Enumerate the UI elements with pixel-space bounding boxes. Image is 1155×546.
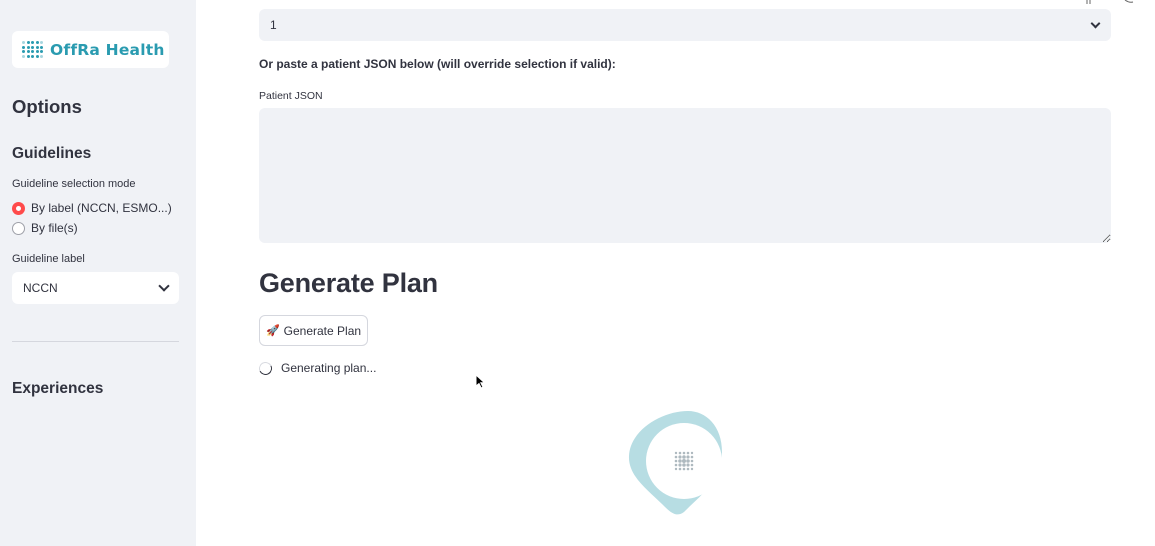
generate-plan-title: Generate Plan (259, 268, 438, 298)
sidebar: OffRa Health Options Guidelines Guidelin… (0, 0, 196, 546)
spinner-icon (257, 359, 274, 377)
dots-grid-logo-icon (22, 41, 43, 58)
patient-select[interactable]: 1 (259, 9, 1111, 41)
radio-by-label-text: By label (NCCN, ESMO...) (31, 201, 172, 215)
paste-json-instruction: Or paste a patient JSON below (will over… (259, 57, 616, 71)
guidelines-title: Guidelines (12, 145, 92, 162)
loading-logo-animation (628, 411, 722, 515)
generate-plan-button-label: Generate Plan (283, 323, 362, 338)
radio-by-files-text: By file(s) (31, 221, 78, 235)
status-text: Generating plan... (281, 361, 377, 375)
chevron-down-icon (1090, 18, 1101, 28)
status-row: Generating plan... (257, 359, 377, 377)
experiences-title: Experiences (12, 380, 104, 397)
partial-toolbar-icon (1086, 0, 1134, 4)
selection-mode-label: Guideline selection mode (12, 178, 136, 190)
logo-text: OffRa Health (50, 40, 165, 59)
radio-selected-indicator[interactable] (12, 201, 25, 215)
radio-unselected-indicator[interactable] (12, 221, 25, 235)
patient-json-textarea[interactable] (259, 108, 1111, 243)
guideline-label-label: Guideline label (12, 253, 85, 265)
guideline-label-value: NCCN (23, 281, 58, 295)
chevron-down-icon (158, 280, 170, 292)
logo: OffRa Health (12, 31, 169, 68)
options-title: Options (12, 96, 82, 117)
patient-json-label: Patient JSON (259, 90, 323, 102)
sidebar-divider (12, 341, 179, 342)
patient-select-value: 1 (270, 18, 277, 32)
guideline-label-select[interactable]: NCCN (12, 272, 179, 304)
mouse-cursor-icon (475, 374, 486, 389)
radio-by-files[interactable]: By file(s) (12, 221, 78, 235)
generate-plan-button[interactable]: 🚀 Generate Plan (259, 315, 368, 346)
rocket-icon: 🚀 (265, 325, 280, 337)
radio-by-label[interactable]: By label (NCCN, ESMO...) (12, 201, 172, 215)
